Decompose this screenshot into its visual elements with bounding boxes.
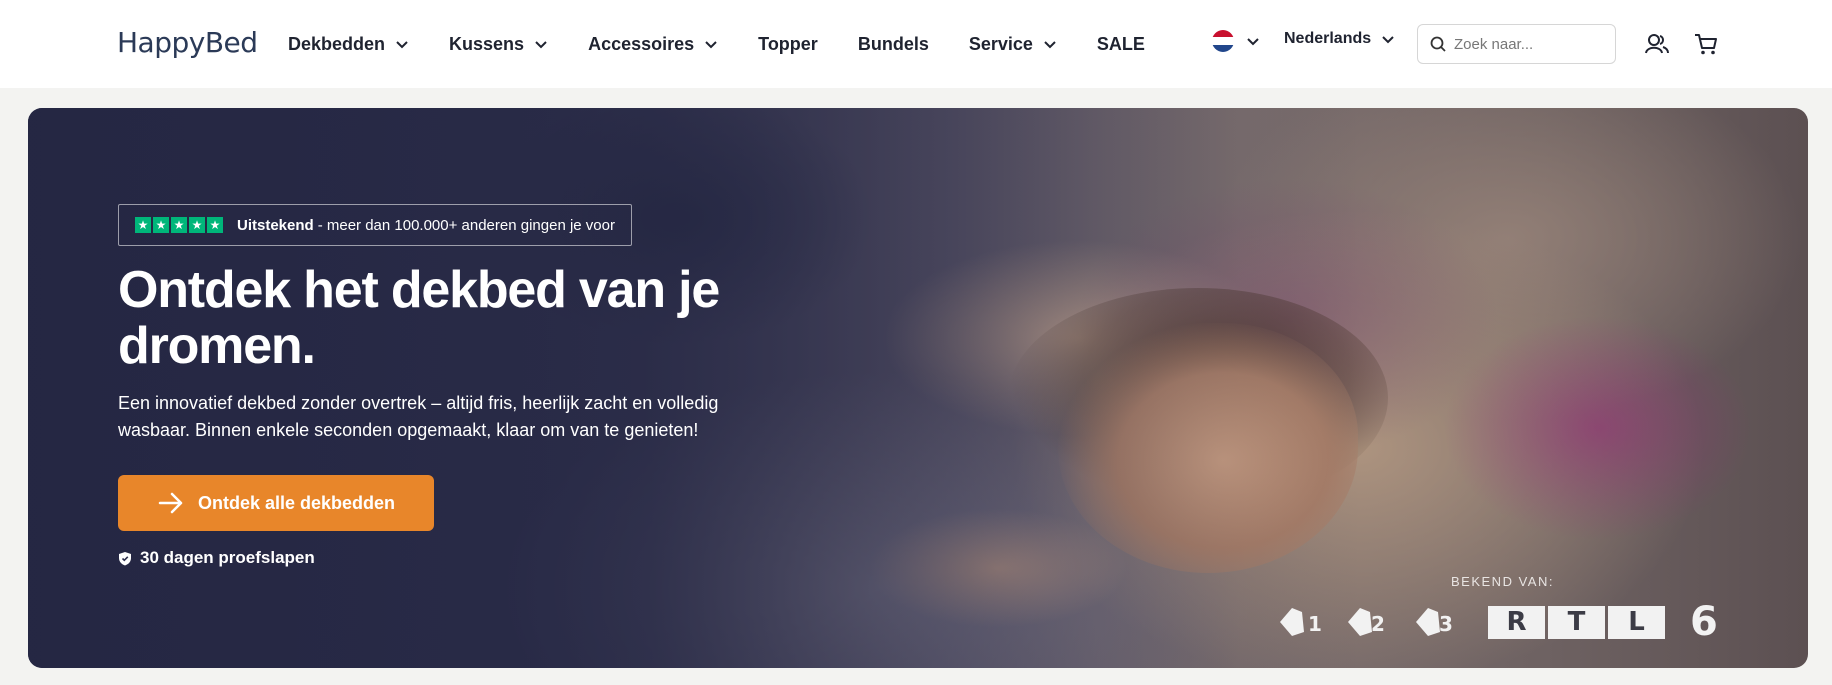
search-box[interactable] (1417, 24, 1616, 64)
nav-label[interactable]: Bundels (858, 34, 929, 55)
cart-icon[interactable] (1693, 31, 1719, 57)
trust-text: - meer dan 100.000+ anderen gingen je vo… (317, 216, 615, 234)
nav-item-dekbedden[interactable]: Dekbedden (288, 34, 409, 55)
cta-label: Ontdek alle dekbedden (198, 492, 396, 513)
chevron-down-icon[interactable] (395, 37, 409, 51)
hero-banner: ★ ★ ★ ★ ★ Uitstekend - meer dan 100.000+… (28, 108, 1808, 668)
nav-label[interactable]: Accessoires (588, 34, 694, 55)
npo3-logo: 3 (1414, 604, 1460, 640)
trustpilot-badge[interactable]: ★ ★ ★ ★ ★ Uitstekend - meer dan 100.000+… (118, 204, 632, 246)
discover-duvets-button[interactable]: Ontdek alle dekbedden (118, 475, 434, 531)
trial-text: 30 dagen proefslapen (140, 548, 315, 567)
arrow-right-icon (158, 492, 184, 514)
netherlands-flag-icon[interactable] (1212, 30, 1234, 52)
nav-item-bundels[interactable]: Bundels (858, 34, 929, 55)
star-icon: ★ (207, 217, 223, 233)
hero-title: Ontdek het dekbed van je dromen. (118, 261, 720, 375)
search-input[interactable] (1454, 35, 1604, 53)
chevron-down-icon[interactable] (1246, 34, 1260, 48)
press-logos: 1 2 3 R T L 6 (1278, 599, 1718, 645)
nav-label[interactable]: Dekbedden (288, 34, 385, 55)
rtl-letter: T (1548, 605, 1605, 639)
trial-note: 30 dagen proefslapen (118, 548, 315, 568)
chevron-down-icon[interactable] (1043, 37, 1057, 51)
happybed-logo[interactable]: HappyBed (117, 22, 258, 62)
trust-rating: Uitstekend (237, 216, 314, 234)
svg-text:2: 2 (1371, 612, 1385, 636)
rtl-letter: L (1608, 605, 1665, 639)
star-icon: ★ (135, 217, 151, 233)
nav-item-kussens[interactable]: Kussens (449, 34, 548, 55)
nav-item-sale[interactable]: SALE (1097, 34, 1145, 55)
nav-item-service[interactable]: Service (969, 34, 1057, 55)
rtl-letter: R (1488, 605, 1545, 639)
star-icon: ★ (189, 217, 205, 233)
search-icon[interactable] (1430, 36, 1446, 52)
npo1-logo: 1 (1278, 604, 1324, 640)
site-header: HappyBed Dekbedden Kussens Accessoires T… (0, 0, 1832, 88)
nav-label[interactable]: Kussens (449, 34, 524, 55)
nav-label[interactable]: Service (969, 34, 1033, 55)
hero-subtitle: Een innovatief dekbed zonder overtrek – … (118, 393, 719, 440)
star-icon: ★ (171, 217, 187, 233)
nav-label[interactable]: Topper (758, 34, 818, 55)
language-selector[interactable]: Nederlands (1284, 30, 1395, 48)
nav-item-accessoires[interactable]: Accessoires (588, 34, 718, 55)
six-logo: 6 (1690, 599, 1718, 645)
language-label[interactable]: Nederlands (1284, 30, 1371, 48)
chevron-down-icon[interactable] (704, 37, 718, 51)
chevron-down-icon[interactable] (1381, 32, 1395, 46)
logo-text[interactable]: HappyBed (117, 26, 258, 59)
nav-item-topper[interactable]: Topper (758, 34, 818, 55)
known-from-label: BEKEND VAN: (1451, 574, 1554, 589)
chevron-down-icon[interactable] (534, 37, 548, 51)
user-icon[interactable] (1644, 31, 1670, 57)
svg-text:3: 3 (1439, 612, 1453, 636)
svg-text:1: 1 (1308, 612, 1322, 636)
main-nav: Dekbedden Kussens Accessoires Topper Bun… (288, 0, 1185, 88)
shield-check-icon (118, 551, 132, 566)
star-icon: ★ (153, 217, 169, 233)
nav-label[interactable]: SALE (1097, 34, 1145, 55)
country-selector[interactable] (1212, 30, 1260, 52)
rating-stars: ★ ★ ★ ★ ★ (135, 217, 225, 233)
npo2-logo: 2 (1346, 604, 1392, 640)
rtl-logo: R T L (1488, 605, 1668, 639)
